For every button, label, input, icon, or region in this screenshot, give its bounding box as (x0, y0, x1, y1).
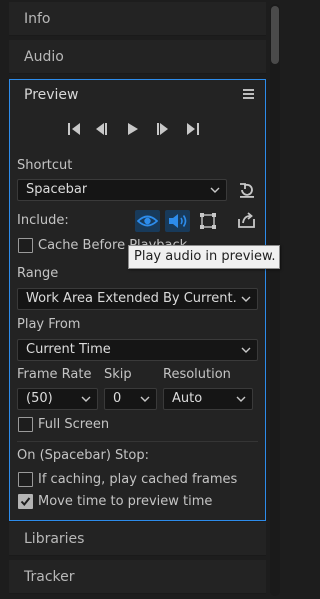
cache-before-playback-checkbox[interactable] (18, 238, 33, 253)
skip-label: Skip (104, 367, 132, 382)
tab-audio-label: Audio (24, 49, 64, 65)
shortcut-label: Shortcut (17, 158, 73, 173)
range-label: Range (17, 266, 59, 281)
play-from-label: Play From (17, 317, 81, 332)
scrollbar-thumb[interactable] (271, 6, 279, 64)
overlay-icon[interactable] (199, 212, 217, 230)
frame-rate-label: Frame Rate (17, 367, 92, 382)
play-from-value: Current Time (26, 342, 111, 357)
checkmark-icon (20, 497, 31, 507)
tab-info-label: Info (24, 11, 51, 27)
tab-libraries-label: Libraries (24, 531, 85, 547)
on-stop-label: On (Spacebar) Stop: (17, 448, 149, 463)
tab-tracker[interactable]: Tracker (9, 560, 266, 594)
full-screen-label: Full Screen (38, 417, 110, 432)
play-icon[interactable] (126, 122, 140, 136)
tooltip: Play audio in preview. (128, 245, 280, 269)
if-caching-label: If caching, play cached frames (38, 472, 238, 487)
include-label: Include: (17, 213, 69, 228)
export-icon[interactable] (237, 211, 256, 229)
chevron-down-icon (81, 396, 91, 402)
next-frame-icon[interactable] (156, 122, 170, 136)
last-frame-icon[interactable] (186, 122, 200, 136)
chevron-down-icon (241, 347, 251, 353)
if-caching-checkbox[interactable] (18, 472, 33, 487)
reset-icon[interactable] (238, 181, 256, 199)
full-screen-checkbox[interactable] (18, 417, 33, 432)
preview-panel: Preview Shortcut Spacebar Include: Cache… (9, 79, 266, 521)
resolution-label: Resolution (163, 367, 231, 382)
eye-icon (137, 215, 158, 227)
tab-libraries[interactable]: Libraries (9, 522, 266, 556)
divider (17, 441, 258, 442)
play-from-dropdown[interactable]: Current Time (17, 339, 258, 361)
panel-title: Preview (24, 87, 79, 103)
tab-tracker-label: Tracker (24, 569, 75, 585)
range-value: Work Area Extended By Current… (26, 291, 238, 306)
include-video-toggle[interactable] (135, 210, 160, 232)
chevron-down-icon (236, 396, 246, 402)
resolution-dropdown[interactable]: Auto (163, 388, 253, 410)
first-frame-icon[interactable] (67, 122, 81, 136)
shortcut-dropdown[interactable]: Spacebar (17, 179, 227, 201)
frame-rate-value: (50) (26, 391, 53, 406)
include-audio-toggle[interactable] (165, 210, 190, 232)
speaker-icon (169, 214, 187, 228)
tab-info[interactable]: Info (9, 2, 266, 36)
scrollbar[interactable] (270, 4, 280, 596)
hamburger-menu-icon[interactable] (243, 89, 254, 100)
resolution-value: Auto (172, 391, 203, 406)
skip-dropdown[interactable]: 0 (104, 388, 157, 410)
chevron-down-icon (241, 296, 251, 302)
skip-value: 0 (113, 391, 122, 406)
transport-controls (10, 122, 265, 138)
frame-rate-dropdown[interactable]: (50) (17, 388, 98, 410)
range-dropdown[interactable]: Work Area Extended By Current… (17, 288, 258, 310)
shortcut-value: Spacebar (26, 182, 88, 197)
move-time-checkbox[interactable] (18, 494, 33, 509)
move-time-label: Move time to preview time (38, 494, 213, 509)
previous-frame-icon[interactable] (94, 122, 108, 136)
tab-audio[interactable]: Audio (9, 40, 266, 74)
chevron-down-icon (140, 396, 150, 402)
chevron-down-icon (210, 187, 220, 193)
